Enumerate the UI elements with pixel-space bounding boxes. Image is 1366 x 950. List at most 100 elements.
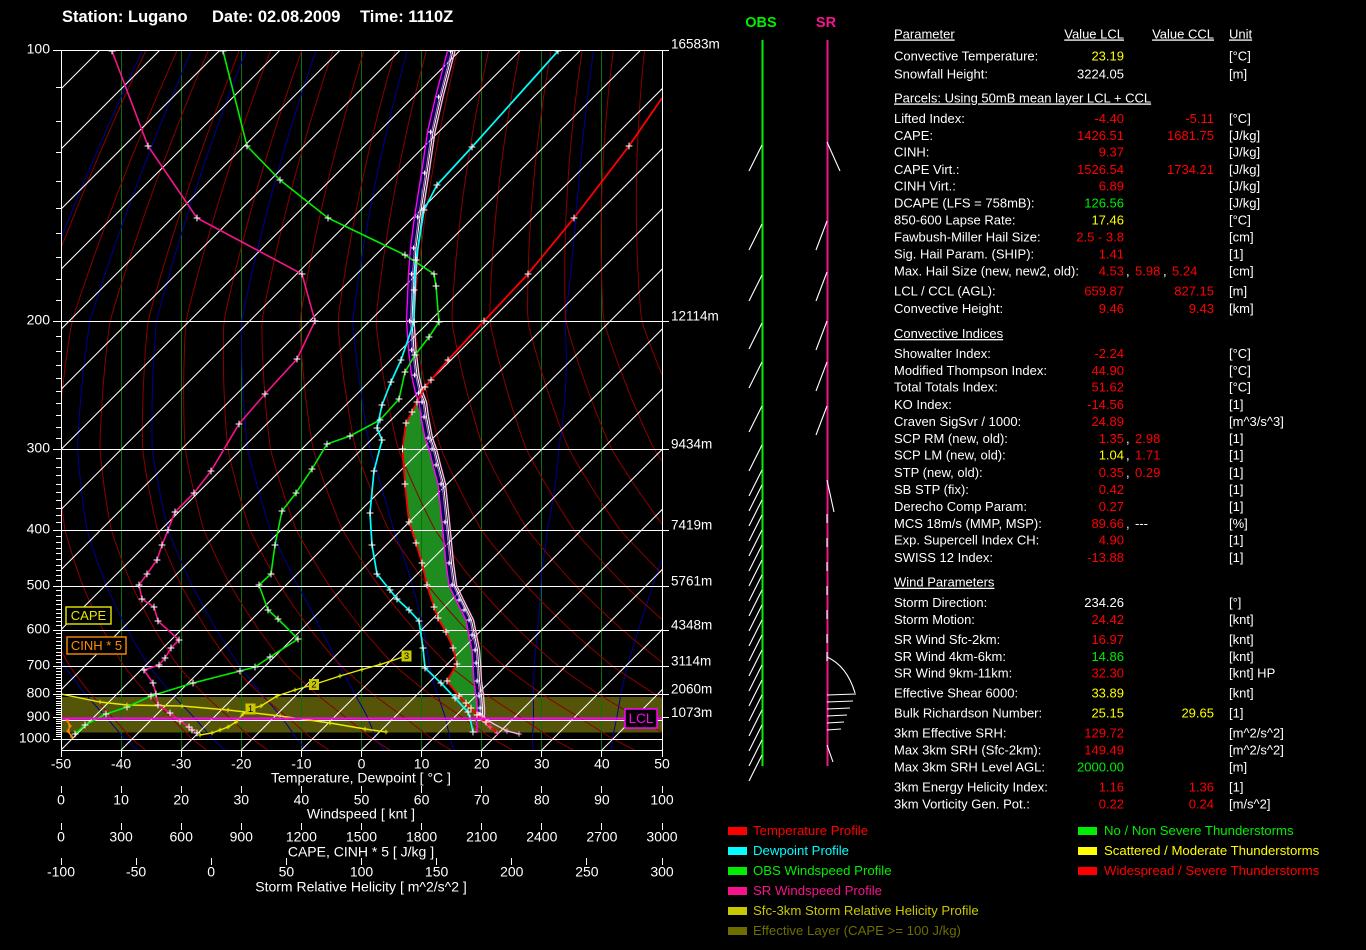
svg-text:Max. Hail Size (new, new2, old: Max. Hail Size (new, new2, old):: [894, 263, 1079, 278]
svg-text:0.27: 0.27: [1099, 499, 1124, 514]
svg-text:[1]: [1]: [1229, 482, 1243, 497]
svg-text:29.65: 29.65: [1181, 706, 1214, 721]
svg-text:0.29: 0.29: [1135, 465, 1160, 480]
svg-text:30: 30: [534, 756, 550, 772]
svg-text:70: 70: [474, 792, 490, 808]
svg-text:1.41: 1.41: [1099, 246, 1124, 261]
svg-text:OBS: OBS: [745, 15, 777, 31]
svg-text:STP (new, old):: STP (new, old):: [894, 465, 983, 480]
svg-text:0: 0: [57, 792, 65, 808]
svg-text:3km Effective SRH:: 3km Effective SRH:: [894, 726, 1006, 741]
svg-text:3114m: 3114m: [671, 654, 711, 669]
svg-text:[knt]: [knt]: [1229, 632, 1254, 647]
svg-text:2700: 2700: [586, 829, 617, 845]
svg-text:CAPE Virt.:: CAPE Virt.:: [894, 162, 960, 177]
svg-text:Parcels: Using 50mB mean layer: Parcels: Using 50mB mean layer LCL + CCL: [894, 90, 1151, 105]
svg-text:-30: -30: [171, 756, 191, 772]
svg-text:Convective Temperature:: Convective Temperature:: [894, 48, 1038, 63]
svg-text:,: ,: [1126, 465, 1130, 480]
svg-text:Convective Indices: Convective Indices: [894, 326, 1004, 341]
svg-text:659.87: 659.87: [1084, 283, 1124, 298]
svg-text:51.62: 51.62: [1091, 380, 1124, 395]
svg-text:2000.00: 2000.00: [1077, 759, 1124, 774]
svg-text:25.15: 25.15: [1091, 706, 1124, 721]
svg-text:6.89: 6.89: [1099, 178, 1124, 193]
svg-text:Max 3km SRH Level AGL:: Max 3km SRH Level AGL:: [894, 759, 1045, 774]
svg-text:Derecho Comp Param:: Derecho Comp Param:: [894, 499, 1027, 514]
svg-text:-5.11: -5.11: [1185, 111, 1214, 126]
svg-text:,: ,: [1163, 263, 1167, 278]
svg-text:-13.88: -13.88: [1087, 550, 1124, 565]
svg-text:,: ,: [1126, 448, 1130, 463]
svg-text:[1]: [1]: [1229, 706, 1243, 721]
svg-text:Storm Motion:: Storm Motion:: [894, 612, 975, 627]
svg-text:Bulk Richardson Number:: Bulk Richardson Number:: [894, 706, 1042, 721]
svg-text:2100: 2100: [466, 829, 497, 845]
svg-text:4.90: 4.90: [1099, 533, 1124, 548]
svg-text:Max 3km SRH (Sfc-2km):: Max 3km SRH (Sfc-2km):: [894, 742, 1041, 757]
svg-text:MCS 18m/s (MMP, MSP):: MCS 18m/s (MMP, MSP):: [894, 516, 1042, 531]
svg-text:[1]: [1]: [1229, 431, 1243, 446]
svg-text:[J/kg]: [J/kg]: [1229, 128, 1260, 143]
svg-text:100: 100: [350, 864, 374, 880]
svg-text:1500: 1500: [346, 829, 377, 845]
svg-text:OBS Windspeed Profile: OBS Windspeed Profile: [753, 863, 892, 878]
svg-text:0.24: 0.24: [1189, 797, 1214, 812]
svg-text:16.97: 16.97: [1091, 632, 1124, 647]
svg-text:SR Windspeed Profile: SR Windspeed Profile: [753, 883, 882, 898]
svg-text:Scattered / Moderate Thunderst: Scattered / Moderate Thunderstorms: [1104, 843, 1320, 858]
svg-text:SR Wind 9km-11km:: SR Wind 9km-11km:: [894, 666, 1012, 681]
svg-text:LCL / CCL (AGL):: LCL / CCL (AGL):: [894, 283, 996, 298]
svg-text:9.37: 9.37: [1099, 144, 1124, 159]
svg-text:SB STP (fix):: SB STP (fix):: [894, 482, 969, 497]
svg-text:60: 60: [414, 792, 430, 808]
svg-text:-20: -20: [231, 756, 251, 772]
svg-text:20: 20: [474, 756, 490, 772]
svg-text:[m/s^2]: [m/s^2]: [1229, 797, 1271, 812]
svg-text:30: 30: [234, 792, 250, 808]
svg-text:33.89: 33.89: [1091, 686, 1124, 701]
svg-text:[cm]: [cm]: [1229, 229, 1254, 244]
svg-text:800: 800: [27, 685, 51, 701]
svg-text:600: 600: [27, 621, 51, 637]
svg-text:7419m: 7419m: [671, 518, 712, 533]
svg-text:3km Vorticity Gen. Pot.:: 3km Vorticity Gen. Pot.:: [894, 797, 1030, 812]
svg-text:10: 10: [113, 792, 129, 808]
svg-text:[J/kg]: [J/kg]: [1229, 162, 1260, 177]
svg-text:Value LCL: Value LCL: [1064, 26, 1124, 41]
svg-text:100: 100: [650, 792, 674, 808]
svg-text:[knt]: [knt]: [1229, 612, 1254, 627]
svg-text:5.98: 5.98: [1135, 263, 1160, 278]
svg-text:2.5 - 3.8: 2.5 - 3.8: [1076, 229, 1124, 244]
svg-text:900: 900: [27, 708, 51, 724]
svg-text:3000: 3000: [646, 829, 677, 845]
svg-text:Lifted Index:: Lifted Index:: [894, 111, 965, 126]
svg-text:3: 3: [404, 651, 409, 662]
svg-text:1426.51: 1426.51: [1077, 128, 1124, 143]
svg-text:[m]: [m]: [1229, 283, 1247, 298]
svg-text:SCP LM (new, old):: SCP LM (new, old):: [894, 448, 1006, 463]
svg-text:3224.05: 3224.05: [1077, 66, 1124, 81]
svg-text:2060m: 2060m: [671, 682, 712, 697]
svg-text:[knt] HP: [knt] HP: [1229, 666, 1275, 681]
svg-text:9434m: 9434m: [671, 437, 712, 452]
svg-text:Storm Direction:: Storm Direction:: [894, 595, 987, 610]
svg-text:Time: 1110Z: Time: 1110Z: [360, 8, 453, 26]
svg-text:CAPE, CINH * 5 [ J/kg ]: CAPE, CINH * 5 [ J/kg ]: [288, 844, 434, 860]
svg-text:Snowfall Height:: Snowfall Height:: [894, 66, 988, 81]
svg-text:Sfc-3km Storm Relative Helicit: Sfc-3km Storm Relative Helicity Profile: [753, 903, 979, 918]
svg-text:50: 50: [654, 756, 670, 772]
svg-text:2: 2: [311, 680, 316, 691]
svg-text:[°C]: [°C]: [1229, 346, 1251, 361]
svg-text:Widespread / Severe Thundersto: Widespread / Severe Thunderstorms: [1104, 863, 1320, 878]
svg-text:Total Totals Index:: Total Totals Index:: [894, 380, 998, 395]
svg-text:Windspeed [ knt ]: Windspeed [ knt ]: [307, 806, 415, 822]
svg-text:CINH * 5: CINH * 5: [71, 638, 122, 653]
svg-text:,: ,: [1126, 431, 1130, 446]
svg-text:1734.21: 1734.21: [1167, 162, 1214, 177]
svg-text:700: 700: [27, 657, 51, 673]
svg-text:-14.56: -14.56: [1087, 397, 1124, 412]
svg-text:Modified Thompson Index:: Modified Thompson Index:: [894, 363, 1047, 378]
svg-text:0.42: 0.42: [1099, 482, 1124, 497]
svg-text:,: ,: [1126, 516, 1130, 531]
